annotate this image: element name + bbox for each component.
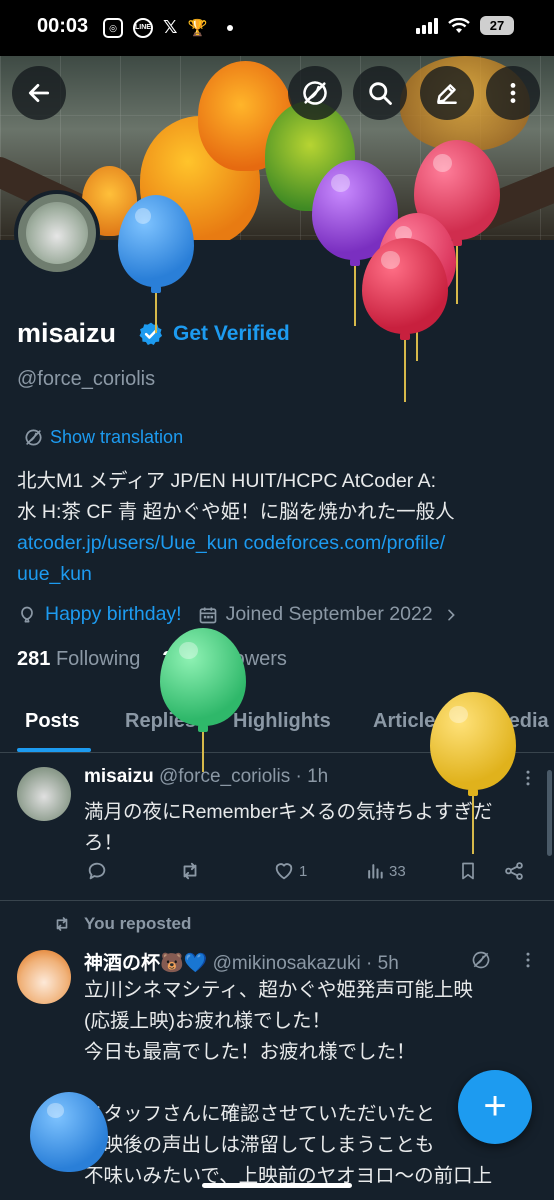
birthday-balloon — [160, 628, 246, 772]
views-button[interactable]: 33 — [365, 860, 406, 882]
plus-icon: + — [483, 1084, 507, 1128]
reposted-label: You reposted — [84, 914, 192, 933]
like-button[interactable]: 1 — [273, 860, 307, 882]
view-count: 33 — [389, 862, 406, 880]
profile-bio: 北大M1 メディア JP/EN HUIT/HCPC AtCoder A: 水 H… — [17, 466, 537, 590]
profile-avatar[interactable] — [14, 190, 100, 276]
birthday-balloon — [430, 692, 516, 854]
x-icon: 𝕏 — [163, 17, 178, 37]
reply-icon — [88, 862, 106, 880]
status-bar: 00:03 ◎ LINE 𝕏 🏆 27 — [0, 0, 554, 56]
profile-meta: Happy birthday! Joined September 2022 — [17, 603, 459, 626]
post-time: · 5h — [366, 953, 399, 974]
trophy-icon: 🏆 — [187, 19, 208, 37]
post-time: · 1h — [295, 766, 329, 787]
active-tab-indicator — [17, 748, 91, 752]
reply-button[interactable] — [86, 860, 112, 882]
chevron-right-icon[interactable] — [443, 607, 459, 623]
signal-icon — [416, 17, 438, 34]
views-icon — [368, 864, 383, 879]
home-indicator[interactable] — [202, 1183, 352, 1188]
post-author-name[interactable]: 神酒の杯🐻💙 — [84, 953, 207, 974]
status-right: 27 — [416, 16, 514, 35]
wifi-icon — [448, 17, 470, 33]
joined-date: Joined September 2022 — [225, 603, 433, 625]
bio-link-codeforces-cont[interactable]: uue_kun — [17, 559, 537, 590]
birthday-balloon — [30, 1092, 108, 1172]
scrollbar[interactable] — [547, 770, 552, 856]
compose-button[interactable]: + — [458, 1070, 532, 1144]
post-text-line: (応援上映)お疲れ様でした！ — [84, 1010, 331, 1032]
instagram-icon: ◎ — [103, 17, 123, 38]
calendar-icon — [199, 607, 216, 623]
edit-button[interactable] — [420, 66, 474, 120]
repost-icon — [183, 862, 197, 880]
post-author-name[interactable]: misaizu — [84, 766, 154, 787]
translate-button[interactable] — [288, 66, 342, 120]
line-icon: LINE — [133, 17, 153, 38]
more-button[interactable] — [486, 66, 540, 120]
repost-button[interactable] — [178, 860, 206, 882]
following-link[interactable]: 281 Following — [17, 648, 140, 671]
bio-link-codeforces[interactable]: codeforces.com/profile/ — [244, 532, 446, 554]
repost-indicator: You reposted — [52, 914, 191, 934]
bio-line: 北大M1 メディア JP/EN HUIT/HCPC AtCoder A: — [17, 470, 437, 492]
post-divider — [0, 900, 554, 901]
birthday-balloon — [362, 238, 448, 402]
bookmark-icon — [462, 862, 474, 880]
more-icon — [510, 83, 516, 103]
search-icon — [369, 82, 392, 105]
search-button[interactable] — [353, 66, 407, 120]
notification-dot-icon — [227, 24, 234, 31]
profile-handle: @force_coriolis — [17, 368, 156, 390]
post-text-line: 立川シネマシティ、超かぐや姫発声可能上映 — [84, 979, 473, 1001]
status-app-icons: ◎ LINE 𝕏 🏆 — [103, 17, 234, 38]
translate-icon — [25, 429, 42, 446]
post-more-icon[interactable] — [518, 950, 538, 970]
share-button[interactable] — [503, 860, 525, 882]
translate-off-icon — [303, 81, 327, 105]
translate-off-icon[interactable] — [471, 950, 491, 970]
heart-icon — [275, 863, 293, 880]
tab-posts[interactable]: Posts — [25, 710, 79, 733]
show-translation-link[interactable]: Show translation — [24, 427, 183, 448]
repost-icon — [56, 917, 68, 931]
birthday-balloon — [118, 195, 194, 333]
back-arrow-icon — [28, 84, 50, 102]
post-author-handle[interactable]: @mikinosakazuki — [213, 953, 361, 974]
post-avatar[interactable] — [17, 767, 71, 821]
birthday-link[interactable]: Happy birthday! — [45, 603, 182, 626]
edit-icon — [437, 84, 457, 104]
post-text-line: 今日も最高でした！お疲れ様でした！ — [84, 1041, 416, 1063]
bio-link-atcoder[interactable]: atcoder.jp/users/Uue_kun — [17, 532, 238, 554]
tab-highlights[interactable]: Highlights — [233, 710, 331, 733]
profile-name: misaizu — [17, 318, 117, 348]
post-more-icon[interactable] — [518, 768, 538, 788]
post-avatar[interactable] — [17, 950, 71, 1004]
share-icon — [505, 862, 523, 880]
battery-icon: 27 — [480, 16, 514, 35]
bookmark-button[interactable] — [458, 860, 478, 882]
bio-line: 水 H:茶 CF 青 超かぐや姫！に脳を焼かれた一般人 — [17, 501, 455, 523]
status-time: 00:03 — [37, 15, 89, 37]
post-header: 神酒の杯🐻💙 @mikinosakazuki · 5h — [84, 948, 399, 975]
balloon-icon — [21, 606, 33, 622]
show-translation-label: Show translation — [50, 427, 184, 447]
like-count: 1 — [299, 862, 308, 880]
follow-counts: 281 Following 297 Followers — [17, 648, 287, 671]
back-button[interactable] — [12, 66, 66, 120]
